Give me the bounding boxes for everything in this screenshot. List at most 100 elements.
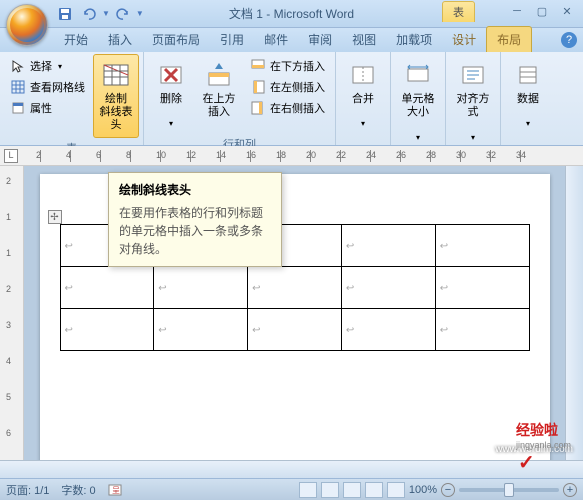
ribbon-tabs: 开始 插入 页面布局 引用 邮件 审阅 视图 加载项 设计 布局 ?: [0, 28, 583, 52]
undo-dropdown-icon[interactable]: ▼: [102, 9, 110, 18]
page-indicator[interactable]: 页面: 1/1: [6, 482, 49, 498]
titlebar: ▼ ▼ 文档 1 - Microsoft Word 表 ─ ▢ ✕: [0, 0, 583, 28]
tab-pagelayout[interactable]: 页面布局: [142, 27, 210, 52]
group-merge: 合并▾: [336, 52, 391, 145]
save-button[interactable]: [54, 3, 76, 25]
delete-icon: [155, 59, 187, 91]
window-controls: ─ ▢ ✕: [505, 2, 579, 20]
group-cellsize: 单元格大小▾: [391, 52, 446, 145]
gridlines-button[interactable]: 查看网格线: [6, 77, 89, 97]
ribbon: 选择▾ 查看网格线 属性 绘制 斜线表头 表 删除▾ 在上方 插入 在下方插入: [0, 52, 583, 146]
group-table: 选择▾ 查看网格线 属性 绘制 斜线表头 表: [0, 52, 144, 145]
document-area: 21123456: [0, 166, 583, 460]
tab-design[interactable]: 设计: [442, 27, 486, 52]
tab-selector[interactable]: L: [4, 149, 18, 163]
table-cell[interactable]: [341, 267, 435, 309]
group-align: 对齐方式▾: [446, 52, 501, 145]
minimize-button[interactable]: ─: [505, 2, 529, 20]
tooltip: 绘制斜线表头 在要用作表格的行和列标题的单元格中插入一条或多条对角线。: [108, 172, 282, 267]
vertical-scrollbar[interactable]: [565, 166, 583, 460]
watermark-logo: 经验啦jingyanla.com: [516, 420, 571, 475]
tab-mailings[interactable]: 邮件: [254, 27, 298, 52]
diagonal-table-icon: [100, 59, 132, 91]
table-cell[interactable]: [154, 267, 248, 309]
view-outline[interactable]: [365, 482, 383, 498]
zoom-level[interactable]: 100%: [409, 484, 437, 496]
data-icon: [512, 59, 544, 91]
word-count[interactable]: 字数: 0: [61, 482, 95, 498]
table-cell[interactable]: [248, 267, 342, 309]
context-tab-label: 表: [442, 1, 475, 22]
insert-left-button[interactable]: 在左侧插入: [246, 77, 329, 97]
table-cell[interactable]: [435, 309, 529, 351]
table-cell[interactable]: [341, 225, 435, 267]
group-rows-cols: 删除▾ 在上方 插入 在下方插入 在左侧插入 在右侧插入 行和列: [144, 52, 336, 145]
tooltip-title: 绘制斜线表头: [119, 181, 271, 198]
insert-below-icon: [250, 58, 266, 74]
zoom-slider[interactable]: [459, 488, 559, 492]
redo-button[interactable]: [112, 3, 134, 25]
zoom-thumb[interactable]: [504, 483, 514, 497]
grid-icon: [10, 79, 26, 95]
table-cell[interactable]: [435, 267, 529, 309]
insert-right-icon: [250, 100, 266, 116]
cursor-icon: [10, 58, 26, 74]
table-cell[interactable]: [60, 267, 154, 309]
tab-home[interactable]: 开始: [54, 27, 98, 52]
tab-layout[interactable]: 布局: [486, 26, 532, 52]
view-fullscreen[interactable]: [321, 482, 339, 498]
view-web[interactable]: [343, 482, 361, 498]
table-cell[interactable]: [154, 309, 248, 351]
zoom-in-button[interactable]: +: [563, 483, 577, 497]
vertical-ruler[interactable]: 21123456: [0, 166, 24, 460]
align-icon: [457, 59, 489, 91]
office-button[interactable]: [6, 4, 48, 46]
language-indicator[interactable]: 呈: [108, 483, 122, 497]
tooltip-body: 在要用作表格的行和列标题的单元格中插入一条或多条对角线。: [119, 204, 271, 258]
draw-diagonal-header-button[interactable]: 绘制 斜线表头: [93, 54, 139, 138]
tab-references[interactable]: 引用: [210, 27, 254, 52]
table-anchor-icon[interactable]: [48, 210, 62, 224]
tab-addins[interactable]: 加载项: [386, 27, 442, 52]
quick-access-toolbar: ▼ ▼: [54, 3, 144, 25]
align-button[interactable]: 对齐方式▾: [450, 54, 496, 147]
insert-left-icon: [250, 79, 266, 95]
insert-above-button[interactable]: 在上方 插入: [196, 54, 242, 134]
close-button[interactable]: ✕: [555, 2, 579, 20]
undo-button[interactable]: [78, 3, 100, 25]
maximize-button[interactable]: ▢: [530, 2, 554, 20]
data-button[interactable]: 数据▾: [505, 54, 551, 134]
merge-icon: [347, 59, 379, 91]
view-draft[interactable]: [387, 482, 405, 498]
merge-button[interactable]: 合并▾: [340, 54, 386, 134]
insert-below-button[interactable]: 在下方插入: [246, 56, 329, 76]
cellsize-icon: [402, 59, 434, 91]
horizontal-ruler[interactable]: L 246810121416182022242628303234: [0, 146, 583, 166]
group-data: 数据▾: [501, 52, 555, 145]
properties-icon: [10, 100, 26, 116]
table-cell[interactable]: [60, 309, 154, 351]
view-print-layout[interactable]: [299, 482, 317, 498]
cellsize-button[interactable]: 单元格大小▾: [395, 54, 441, 147]
table-cell[interactable]: [341, 309, 435, 351]
delete-button[interactable]: 删除▾: [148, 54, 194, 134]
tab-view[interactable]: 视图: [342, 27, 386, 52]
table-cell[interactable]: [435, 225, 529, 267]
horizontal-scrollbar[interactable]: [0, 460, 583, 478]
insert-right-button[interactable]: 在右侧插入: [246, 98, 329, 118]
properties-button[interactable]: 属性: [6, 98, 89, 118]
select-button[interactable]: 选择▾: [6, 56, 89, 76]
table-row: [60, 309, 529, 351]
qat-customize-icon[interactable]: ▼: [136, 9, 144, 18]
svg-text:呈: 呈: [112, 486, 120, 495]
zoom-out-button[interactable]: −: [441, 483, 455, 497]
insert-above-icon: [203, 59, 235, 91]
tab-insert[interactable]: 插入: [98, 27, 142, 52]
page-scroll[interactable]: [24, 166, 565, 460]
window-title: 文档 1 - Microsoft Word: [229, 5, 354, 22]
statusbar: 页面: 1/1 字数: 0 呈 100% − +: [0, 478, 583, 500]
help-icon[interactable]: ?: [561, 32, 577, 48]
table-row: [60, 267, 529, 309]
table-cell[interactable]: [248, 309, 342, 351]
tab-review[interactable]: 审阅: [298, 27, 342, 52]
